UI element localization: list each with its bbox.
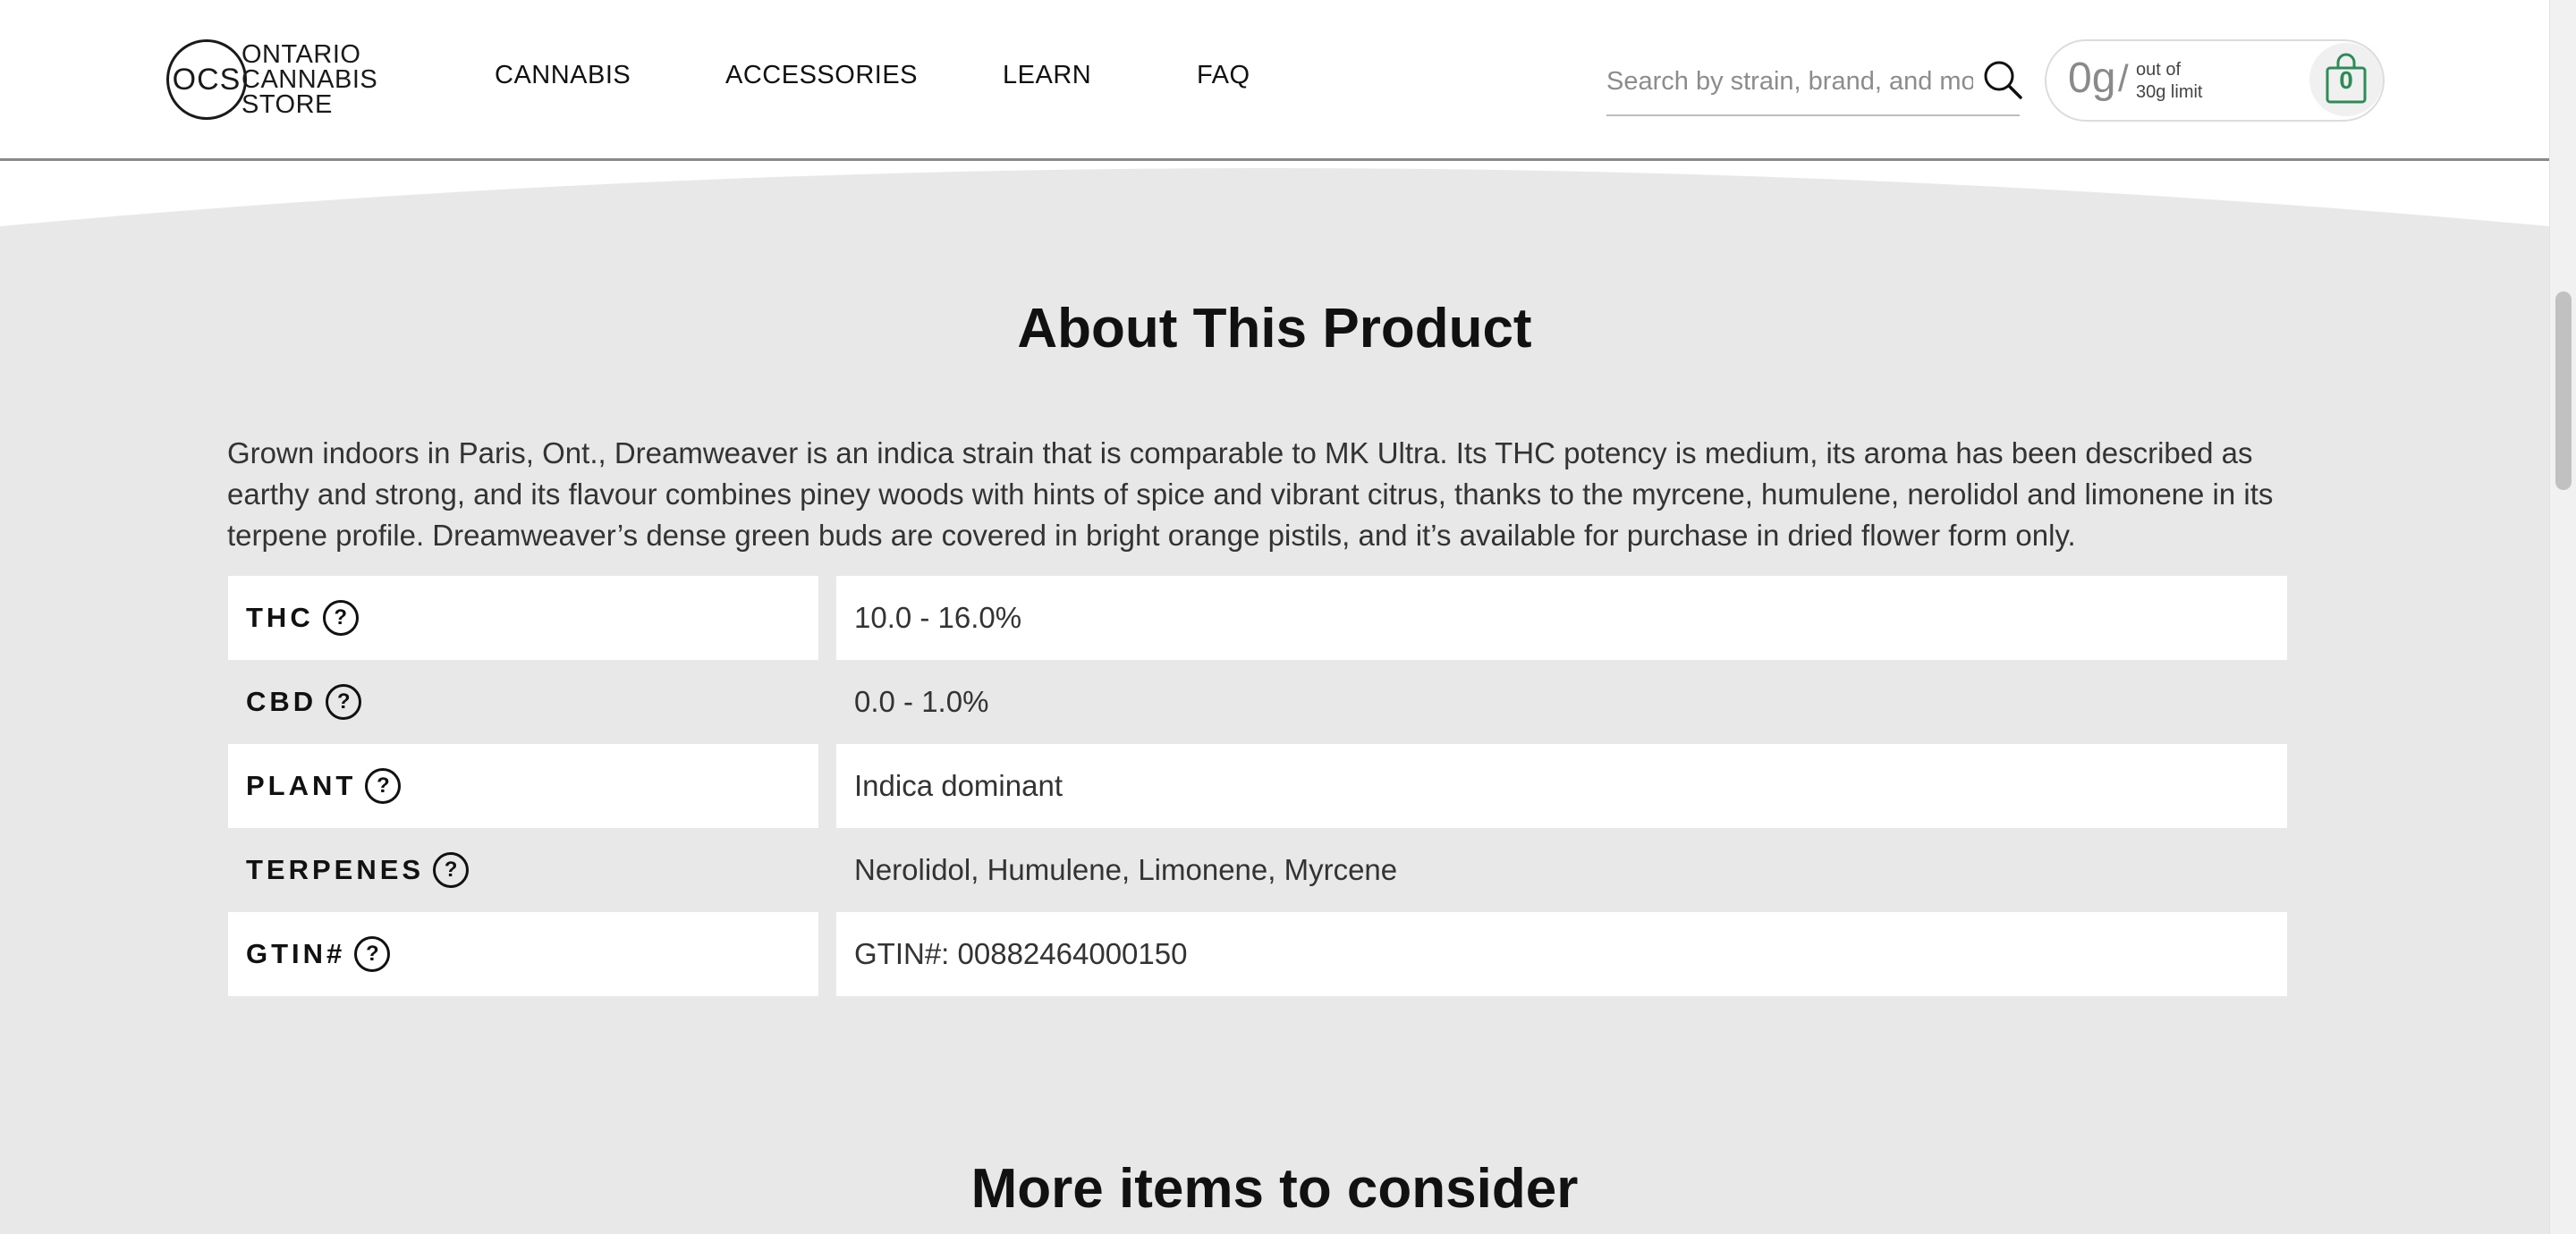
about-product-title: About This Product: [1017, 298, 1532, 359]
limit-text-line2: 30g limit: [2136, 82, 2203, 102]
attribute-value: 10.0 - 16.0%: [836, 576, 2287, 660]
attribute-label-cell: PLANT ?: [228, 744, 818, 828]
nav-learn[interactable]: LEARN: [1003, 61, 1091, 90]
attribute-label: TERPENES: [246, 854, 425, 885]
site-header: OCS ONTARIO CANNABIS STORE CANNABIS ACCE…: [0, 0, 2549, 161]
cart-count: 0: [2339, 66, 2353, 94]
nav-accessories[interactable]: ACCESSORIES: [725, 61, 918, 90]
table-row: THC ? 10.0 - 16.0%: [228, 576, 2287, 660]
search-bar: [1606, 54, 2023, 116]
limit-amount: 0g: [2068, 55, 2116, 102]
cart-button[interactable]: 0: [2309, 43, 2383, 116]
attribute-label: GTIN#: [246, 938, 346, 969]
attribute-value: Indica dominant: [836, 744, 2287, 828]
scrollbar-thumb[interactable]: [2555, 292, 2572, 490]
attribute-label: CBD: [246, 686, 318, 717]
table-row: CBD ? 0.0 - 1.0%: [228, 660, 2287, 744]
attribute-label-cell: CBD ?: [228, 660, 818, 744]
logo-wordmark: ONTARIO CANNABIS STORE: [242, 40, 378, 119]
attribute-label: PLANT: [246, 770, 357, 801]
limit-text: out of 30g limit: [2136, 59, 2202, 104]
product-description: Grown indoors in Paris, Ont., Dreamweave…: [227, 436, 2274, 552]
help-icon[interactable]: ?: [326, 684, 362, 720]
search-input[interactable]: [1606, 59, 1973, 104]
table-row: TERPENES ? Nerolidol, Humulene, Limonene…: [228, 828, 2287, 912]
attribute-value: 0.0 - 1.0%: [854, 685, 989, 718]
attribute-value: Nerolidol, Humulene, Limonene, Myrcene: [854, 853, 1398, 886]
section-top-curve: [0, 164, 2549, 226]
logo-word-store: STORE: [242, 90, 333, 119]
limit-text-line1: out of: [2136, 60, 2182, 80]
logo-word-ontario: ONTARIO: [242, 40, 361, 69]
attribute-label-cell: THC ?: [228, 576, 818, 660]
help-icon[interactable]: ?: [433, 852, 470, 888]
search-icon[interactable]: [1982, 59, 2023, 100]
page-scrollbar[interactable]: [2549, 0, 2576, 1234]
table-row: GTIN# ? GTIN#: 00882464000150: [228, 912, 2287, 996]
logo-word-cannabis: CANNABIS: [242, 65, 378, 94]
table-row: PLANT ? Indica dominant: [228, 744, 2287, 828]
attribute-label: THC: [246, 602, 314, 633]
more-items-title: More items to consider: [970, 1158, 1579, 1220]
help-icon[interactable]: ?: [365, 768, 402, 804]
ocs-logo[interactable]: OCS ONTARIO CANNABIS STORE: [166, 39, 377, 120]
attribute-label-cell: TERPENES ?: [228, 828, 818, 912]
attribute-label-cell: GTIN# ?: [228, 912, 818, 996]
logo-mark: OCS: [166, 39, 247, 120]
help-icon[interactable]: ?: [322, 600, 359, 636]
help-icon[interactable]: ?: [354, 936, 391, 972]
attribute-value: GTIN#: 00882464000150: [836, 912, 2287, 996]
nav-cannabis[interactable]: CANNABIS: [495, 61, 631, 90]
limit-slash: /: [2118, 57, 2129, 99]
nav-faq[interactable]: FAQ: [1197, 61, 1250, 90]
product-attributes-table: THC ? 10.0 - 16.0% CBD ? 0.0 - 1.0% PLAN…: [228, 576, 2287, 996]
